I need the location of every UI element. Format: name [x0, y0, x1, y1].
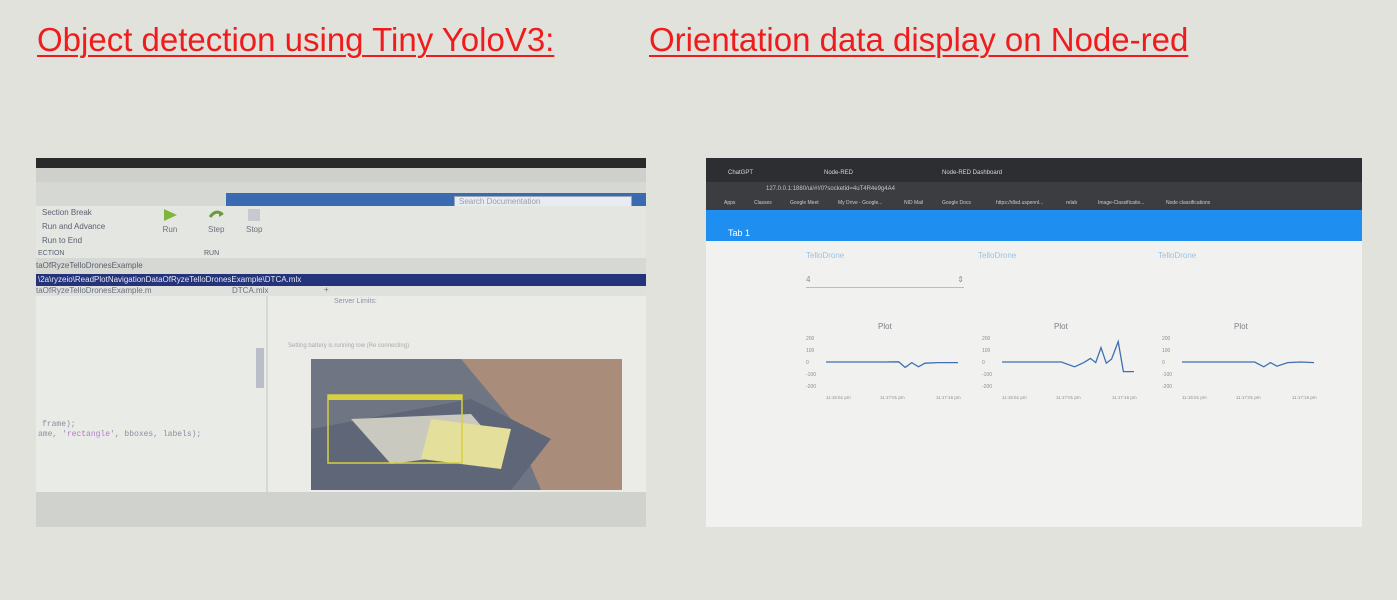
run-label: Run	[162, 225, 178, 234]
bookmark-item[interactable]: relab	[1066, 200, 1077, 206]
group-label: TelloDrone	[978, 251, 1017, 260]
run-button[interactable]: Run	[162, 208, 178, 234]
run-group-caption: RUN	[204, 250, 220, 257]
output-warning: Setting battery is running low (Re conne…	[288, 343, 410, 349]
group-label: TelloDrone	[806, 251, 845, 260]
stop-label: Stop	[246, 225, 263, 234]
series-line	[826, 361, 958, 369]
nodered-screenshot-photo: ChatGPT Node-RED Node-RED Dashboard 127.…	[706, 158, 1362, 527]
bookmark-item[interactable]: NID Mail	[904, 200, 923, 206]
matlab-screenshot-photo: Search Documentation Section Break Run a…	[36, 158, 646, 527]
browser-tab-nodered[interactable]: Node-RED	[824, 170, 853, 176]
y-tick-label: 0	[982, 360, 985, 366]
group-label: TelloDrone	[1158, 251, 1197, 260]
x-tick-label: 11:16:51 pm	[1002, 395, 1027, 400]
series-line	[1182, 361, 1315, 368]
video-scene	[311, 359, 622, 490]
y-tick-label: -100	[806, 372, 816, 378]
y-tick-label: -200	[806, 384, 816, 390]
monitor-bezel	[36, 158, 646, 168]
x-tick-label: 11:17:01 pm	[1056, 395, 1081, 400]
code-token: , bboxes, labels);	[114, 430, 202, 439]
x-tick-label: 11:16:51 pm	[1182, 395, 1207, 400]
y-tick-label: -100	[1162, 372, 1172, 378]
series-line	[1002, 339, 1134, 373]
heading-orientation-display: Orientation data display on Node-red	[649, 21, 1189, 58]
bookmark-item[interactable]: Google Meet	[790, 200, 819, 206]
y-tick-label: -200	[1162, 384, 1172, 390]
stop-button[interactable]: Stop	[246, 208, 262, 234]
bookmark-item[interactable]: Image-Classificatio...	[1098, 200, 1144, 206]
code-editor[interactable]	[36, 296, 266, 492]
x-tick-label: 11:16:51 pm	[826, 395, 851, 400]
step-icon	[208, 208, 225, 222]
new-tab-button[interactable]: +	[324, 285, 329, 294]
bookmark-item[interactable]: Apps	[724, 200, 735, 206]
section-group-caption: ECTION	[38, 250, 65, 257]
heading-object-detection: Object detection using Tiny YoloV3:	[37, 21, 555, 58]
bookmark-item[interactable]: Node classifications	[1166, 200, 1210, 206]
y-tick-label: -200	[982, 384, 992, 390]
current-folder-label: taOfRyzeTelloDronesExample	[36, 261, 143, 270]
y-tick-label: 200	[806, 336, 815, 342]
bounding-box-label	[328, 395, 462, 400]
step-button[interactable]: Step	[208, 208, 224, 234]
browser-tab-strip	[706, 166, 1362, 182]
y-tick-label: 100	[806, 348, 815, 354]
code-line: ame, 'rectangle', bboxes, labels);	[38, 430, 201, 439]
plot-title: Plot	[1054, 322, 1068, 331]
file-path-bar: \2a\ryzeio\ReadPlotNavigationDataOfRyzeT…	[36, 274, 646, 286]
editor-ribbon	[36, 206, 646, 258]
dropdown-value: 4	[806, 275, 811, 284]
dashboard-header	[706, 210, 1362, 241]
bookmark-item[interactable]: Classes	[754, 200, 772, 206]
browser-tab-chatgpt[interactable]: ChatGPT	[728, 170, 753, 176]
status-bar	[36, 492, 646, 527]
plot-title: Plot	[878, 322, 892, 331]
y-tick-label: 100	[1162, 348, 1171, 354]
orientation-chart: 200 100 0 -100 -200 11:16:51 pm 11:17:01 pm 11:…	[1162, 336, 1317, 400]
y-tick-label: 0	[1162, 360, 1165, 366]
step-label: Step	[208, 225, 225, 234]
run-and-advance-button[interactable]: Run and Advance	[42, 222, 105, 231]
y-tick-label: 200	[982, 336, 991, 342]
x-tick-label: 11:17:16 pm	[1112, 395, 1137, 400]
url-field[interactable]: 127.0.0.1:1880/ui/#!/0?socketid=4uT4R4e9…	[766, 186, 895, 192]
y-tick-label: 100	[982, 348, 991, 354]
play-icon	[162, 208, 178, 222]
chevron-down-icon: ⇕	[957, 275, 964, 284]
window-top-strip	[36, 168, 646, 182]
bookmark-item[interactable]: My Drive - Google...	[838, 200, 882, 206]
code-line: frame);	[42, 420, 76, 429]
section-break-button[interactable]: Section Break	[42, 208, 92, 217]
y-tick-label: -100	[982, 372, 992, 378]
x-tick-label: 11:17:01 pm	[880, 395, 905, 400]
orientation-chart: 200 100 0 -100 -200 11:16:51 pm 11:17:01 pm 11:…	[982, 336, 1137, 400]
x-tick-label: 11:17:01 pm	[1236, 395, 1261, 400]
bookmark-item[interactable]: Google Docs	[942, 200, 971, 206]
browser-tab-dashboard[interactable]: Node-RED Dashboard	[942, 170, 1002, 176]
code-string: 'rectangle'	[62, 430, 115, 439]
output-header: Server Limits:	[334, 298, 377, 305]
x-tick-label: 11:17:16 pm	[1292, 395, 1317, 400]
x-tick-label: 11:17:16 pm	[936, 395, 961, 400]
tab-dtca-mlx[interactable]: DTCA.mlx	[232, 286, 268, 295]
value-dropdown[interactable]: 4 ⇕	[806, 275, 964, 288]
plot-title: Plot	[1234, 322, 1248, 331]
editor-scrollbar[interactable]	[256, 348, 264, 388]
stop-icon	[246, 208, 262, 222]
dashboard-tab-title[interactable]: Tab 1	[728, 228, 750, 238]
run-to-end-button[interactable]: Run to End	[42, 236, 82, 245]
code-token: ame,	[38, 430, 63, 439]
bookmark-item[interactable]: https://dlsd.uspennl...	[996, 200, 1043, 206]
y-tick-label: 200	[1162, 336, 1171, 342]
y-tick-label: 0	[806, 360, 809, 366]
detection-video-frame	[311, 359, 622, 490]
orientation-chart: 200 100 0 -100 -200 11:16:51 pm 11:17:01 pm 11:…	[806, 336, 961, 400]
tab-example-script[interactable]: taOfRyzeTelloDronesExample.m	[36, 286, 152, 295]
